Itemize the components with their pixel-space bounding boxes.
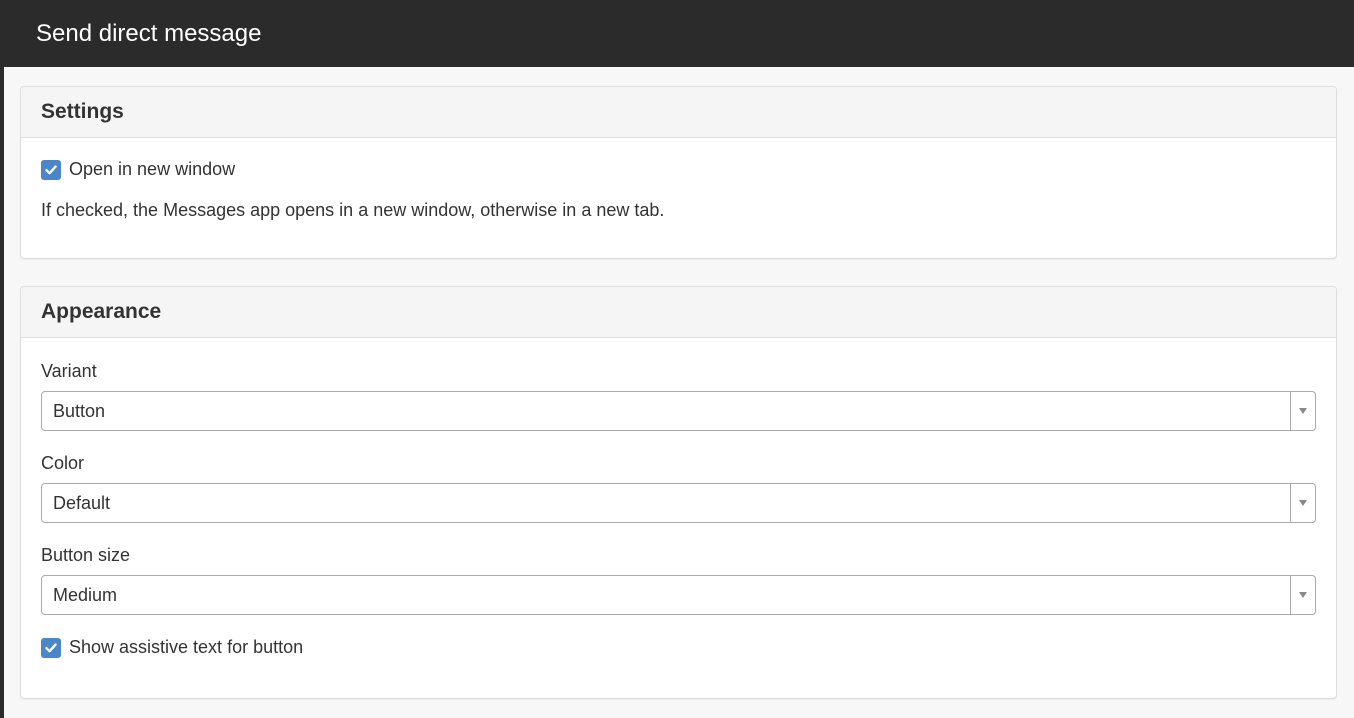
checkmark-icon [45, 642, 57, 652]
variant-select[interactable]: Button [41, 391, 1316, 431]
appearance-panel-body: Variant Button Color Default Button size… [21, 361, 1336, 658]
button-size-label: Button size [41, 545, 131, 565]
color-dropdown-arrow[interactable] [1290, 484, 1315, 522]
page-title: Send direct message [36, 19, 262, 47]
assistive-text-checkbox[interactable] [41, 637, 61, 658]
chevron-down-icon [1299, 592, 1307, 598]
open-new-window-help-text: If checked, the Messages app opens in a … [41, 200, 665, 220]
title-bar: Send direct message [0, 0, 1354, 67]
settings-panel: Settings Open in new window If checked, … [20, 86, 1337, 259]
appearance-panel-heading: Appearance [21, 287, 1336, 338]
chevron-down-icon [1299, 500, 1307, 506]
button-size-select[interactable]: Medium [41, 575, 1316, 615]
appearance-panel: Appearance Variant Button Color Default … [20, 286, 1337, 699]
assistive-text-option[interactable]: Show assistive text for button [41, 637, 1316, 658]
variant-value: Button [53, 400, 106, 421]
variant-label: Variant [41, 361, 97, 381]
settings-panel-body: Open in new window If checked, the Messa… [21, 159, 1336, 221]
chevron-down-icon [1299, 408, 1307, 414]
color-label: Color [41, 453, 85, 473]
assistive-text-label[interactable]: Show assistive text for button [69, 637, 303, 658]
color-value: Default [53, 492, 111, 513]
color-select[interactable]: Default [41, 483, 1316, 523]
button-size-value: Medium [53, 584, 118, 605]
settings-panel-heading: Settings [21, 87, 1336, 138]
variant-dropdown-arrow[interactable] [1290, 392, 1315, 430]
open-new-window-label[interactable]: Open in new window [69, 159, 235, 180]
settings-heading: Settings [41, 100, 124, 123]
open-new-window-checkbox[interactable] [41, 159, 61, 180]
checkmark-icon [45, 164, 57, 174]
appearance-heading: Appearance [41, 300, 162, 323]
open-new-window-option[interactable]: Open in new window [41, 159, 1316, 180]
app-frame: Send direct message Settings Open in new… [0, 0, 1354, 718]
button-size-dropdown-arrow[interactable] [1290, 576, 1315, 614]
